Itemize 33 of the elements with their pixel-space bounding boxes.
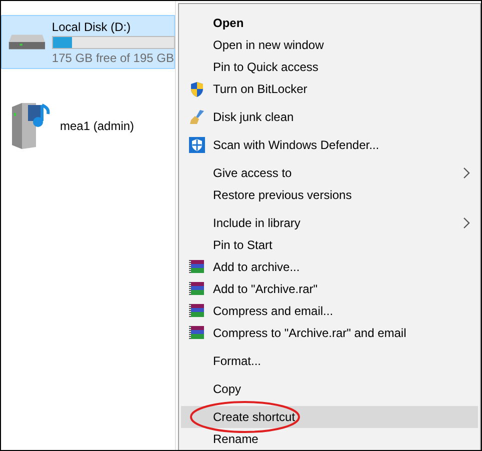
drive-item[interactable]: mea1 (admin) — [1, 99, 175, 153]
menu-item[interactable]: Pin to Start — [181, 234, 478, 256]
menu-item[interactable]: Compress to "Archive.rar" and email — [181, 322, 478, 344]
menu-item[interactable]: Add to "Archive.rar" — [181, 278, 478, 300]
books-icon — [189, 259, 205, 275]
chevron-right-icon — [463, 167, 470, 179]
drive-item[interactable]: Local Disk (D:) 175 GB free of 195 GB — [1, 15, 175, 69]
menu-item[interactable]: Restore previous versions — [181, 184, 478, 206]
menu-item[interactable]: Create shortcut — [181, 406, 478, 428]
menu-item[interactable]: Scan with Windows Defender... — [181, 134, 478, 156]
broom-icon — [188, 109, 206, 125]
menu-item[interactable]: Add to archive... — [181, 256, 478, 278]
menu-item[interactable]: Give access to — [181, 162, 478, 184]
menu-item[interactable]: Disk junk clean — [181, 106, 478, 128]
books-icon — [189, 303, 205, 319]
shield-icon — [189, 80, 205, 98]
books-icon — [189, 325, 205, 341]
menu-item[interactable]: Open in new window — [181, 34, 478, 56]
books-icon — [189, 281, 205, 297]
shield-icon — [189, 137, 205, 153]
chevron-right-icon — [463, 217, 470, 229]
menu-item[interactable]: Format... — [181, 350, 478, 372]
drive-name: Local Disk (D:) — [52, 20, 132, 34]
menu-item[interactable]: Compress and email... — [181, 300, 478, 322]
hard-drive-icon — [8, 33, 46, 51]
menu-item[interactable]: Turn on BitLocker — [181, 78, 478, 100]
free-space-text: 175 GB free of 195 GB — [52, 50, 174, 64]
menu-item[interactable]: Rename — [181, 428, 478, 450]
menu-item[interactable]: Open — [181, 12, 478, 34]
menu-item[interactable]: Copy — [181, 378, 478, 400]
menu-item[interactable]: Pin to Quick access — [181, 56, 478, 78]
menu-item[interactable]: Include in library — [181, 212, 478, 234]
drive-name: mea1 (admin) — [60, 119, 136, 133]
